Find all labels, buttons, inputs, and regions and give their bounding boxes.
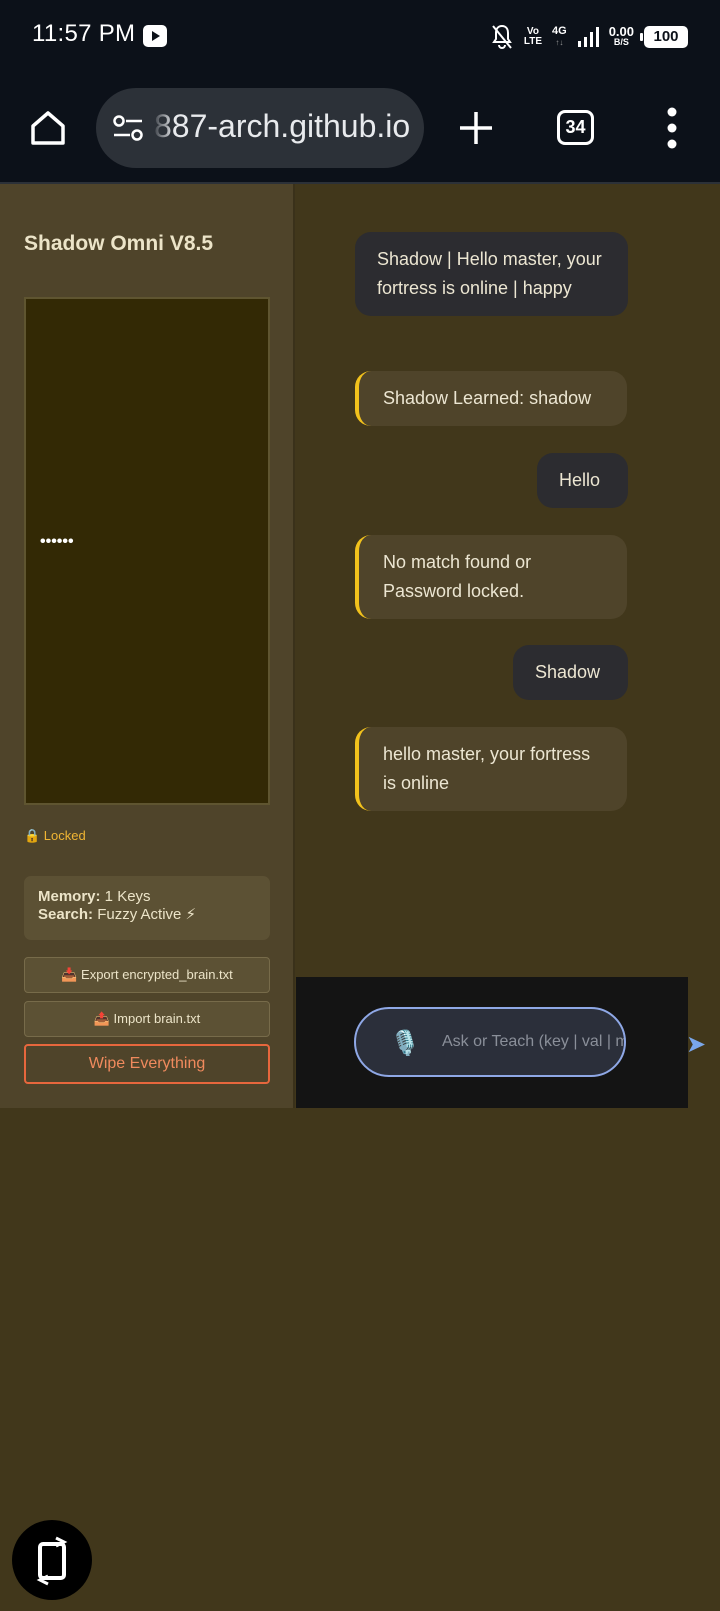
status-time: 11:57 PM	[32, 20, 136, 47]
password-canvas[interactable]: ••••••	[24, 297, 270, 805]
url-fade	[152, 88, 174, 168]
battery-icon: 100	[640, 26, 688, 48]
new-tab-icon[interactable]	[456, 108, 496, 148]
wipe-everything-button[interactable]: Wipe Everything	[24, 1044, 270, 1084]
home-icon[interactable]	[28, 108, 68, 148]
chat-message-note: hello master, your fortress is online	[355, 727, 627, 811]
tab-switcher-button[interactable]: 34	[557, 110, 594, 145]
search-value: Fuzzy Active ⚡	[93, 906, 197, 923]
rotate-icon	[36, 1536, 68, 1586]
memory-label: Memory:	[38, 888, 101, 905]
memory-value: 1 Keys	[100, 888, 151, 905]
network-indicator: 4G ↑↓	[552, 26, 567, 48]
site-settings-icon[interactable]	[112, 114, 144, 142]
more-vert-icon[interactable]	[664, 106, 680, 150]
memory-row: Memory: 1 Keys	[38, 888, 256, 906]
rotate-screen-button[interactable]	[12, 1520, 92, 1600]
chat-message-note: No match found or Password locked.	[355, 535, 627, 619]
speed-indicator: 0.00 B/S	[608, 24, 634, 48]
network-activity: ↑↓	[555, 38, 564, 47]
chat-input-placeholder[interactable]: Ask or Teach (key | val | mood)...	[442, 1033, 624, 1051]
network-type: 4G	[552, 25, 567, 37]
volte-indicator: Vo LTE	[524, 27, 542, 47]
password-dots: ••••••	[40, 533, 74, 550]
export-button[interactable]: 📥 Export encrypted_brain.txt	[24, 957, 270, 993]
chat-message-bot: Shadow | Hello master, your fortress is …	[355, 232, 628, 316]
sidebar: Shadow Omni V8.5 •••••• 🔒 Locked Memory:…	[0, 184, 295, 1108]
chat-input[interactable]: 🎙️ Ask or Teach (key | val | mood)...	[354, 1007, 626, 1077]
chat-message-note: Shadow Learned: shadow	[355, 371, 627, 426]
status-bar: 11:57 PM Vo LTE 4G ↑↓ 0.00 B/S 100	[0, 0, 720, 74]
lock-status: 🔒 Locked	[24, 828, 86, 843]
youtube-notification-icon	[143, 25, 167, 47]
url-text[interactable]: 887-arch.github.io	[154, 108, 410, 145]
url-bar[interactable]: 887-arch.github.io	[96, 88, 424, 168]
app-title: Shadow Omni V8.5	[24, 232, 214, 255]
stats-panel: Memory: 1 Keys Search: Fuzzy Active ⚡	[24, 876, 270, 940]
send-icon[interactable]: ➤	[686, 1030, 706, 1059]
search-label: Search:	[38, 906, 94, 923]
signal-icon	[577, 27, 599, 47]
microphone-icon[interactable]: 🎙️	[390, 1029, 420, 1058]
status-indicators: Vo LTE 4G ↑↓ 0.00 B/S 100	[490, 22, 688, 52]
search-row: Search: Fuzzy Active ⚡	[38, 906, 256, 924]
browser-toolbar: 887-arch.github.io 34	[0, 74, 720, 184]
chat-message-user: Shadow	[513, 645, 628, 700]
chat-message-user: Hello	[537, 453, 628, 508]
bell-muted-icon	[491, 24, 512, 49]
input-bar: 🎙️ Ask or Teach (key | val | mood)...	[296, 977, 688, 1108]
import-button[interactable]: 📤 Import brain.txt	[24, 1001, 270, 1037]
speed-value: 0.00	[608, 24, 634, 39]
volte-bottom: LTE	[523, 36, 542, 47]
